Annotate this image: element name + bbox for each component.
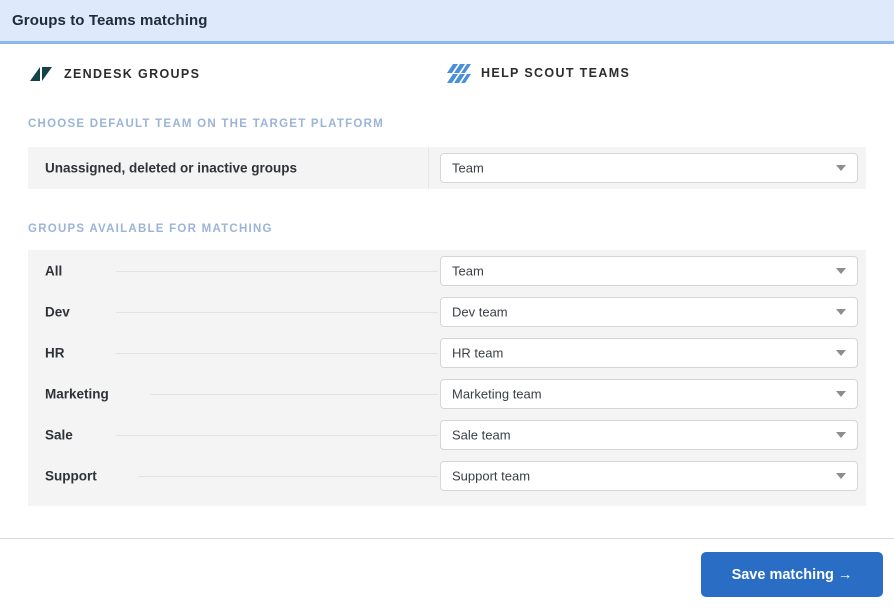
- zendesk-brand: ZENDESK GROUPS: [28, 61, 200, 87]
- chevron-down-icon: [836, 431, 846, 438]
- default-team-select-value: Team: [452, 160, 484, 176]
- chevron-down-icon: [836, 472, 846, 479]
- panel-column-divider: [428, 147, 429, 189]
- chevron-down-icon: [836, 349, 846, 356]
- table-row: Support Support team: [28, 455, 866, 496]
- default-team-caption: CHOOSE DEFAULT TEAM ON THE TARGET PLATFO…: [28, 118, 384, 130]
- team-select[interactable]: Support team: [440, 460, 858, 491]
- table-row: Marketing Marketing team: [28, 373, 866, 414]
- zendesk-logo-icon: [28, 61, 54, 87]
- team-select-value: Team: [452, 263, 484, 278]
- group-name-label: Dev: [45, 304, 70, 319]
- page-header: Groups to Teams matching: [0, 0, 894, 44]
- group-name-label: All: [45, 263, 63, 278]
- group-name-label: Support: [45, 468, 97, 483]
- team-select-value: HR team: [452, 345, 504, 360]
- team-select-value: Support team: [452, 468, 531, 483]
- platform-brand-row: ZENDESK GROUPS HELP SCOUT TEAMS: [0, 47, 894, 103]
- groups-matching-caption: GROUPS AVAILABLE FOR MATCHING: [28, 223, 273, 235]
- team-select-value: Sale team: [452, 427, 511, 442]
- team-select-value: Marketing team: [452, 386, 542, 401]
- group-name-label: Sale: [45, 427, 73, 442]
- team-select[interactable]: Dev team: [440, 296, 858, 327]
- default-team-select[interactable]: Team: [440, 153, 858, 183]
- table-row: HR HR team: [28, 332, 866, 373]
- save-matching-button[interactable]: Save matching →: [701, 552, 883, 597]
- row-connector-line: [138, 475, 438, 477]
- team-select[interactable]: Marketing team: [440, 378, 858, 409]
- groups-matching-panel: All Team Dev Dev team HR HR team Marketi…: [28, 250, 866, 506]
- groups-to-teams-matching-page: Groups to Teams matching ZENDESK GROUPS: [0, 0, 894, 612]
- row-connector-line: [116, 311, 438, 313]
- page-title: Groups to Teams matching: [12, 12, 208, 29]
- helpscout-brand-label: HELP SCOUT TEAMS: [481, 66, 631, 80]
- team-select-value: Dev team: [452, 304, 508, 319]
- team-select[interactable]: HR team: [440, 337, 858, 368]
- team-select[interactable]: Team: [440, 255, 858, 286]
- default-group-label: Unassigned, deleted or inactive groups: [45, 160, 298, 176]
- footer-divider: [0, 538, 894, 539]
- row-connector-line: [116, 434, 438, 436]
- helpscout-logo-icon: [447, 61, 471, 85]
- table-row: Dev Dev team: [28, 291, 866, 332]
- zendesk-brand-label: ZENDESK GROUPS: [64, 67, 201, 81]
- row-connector-line: [116, 270, 438, 272]
- table-row: Sale Sale team: [28, 414, 866, 455]
- chevron-down-icon: [836, 308, 846, 315]
- helpscout-brand: HELP SCOUT TEAMS: [447, 61, 630, 85]
- team-select[interactable]: Sale team: [440, 419, 858, 450]
- row-connector-line: [116, 352, 438, 354]
- group-name-label: Marketing: [45, 386, 109, 401]
- group-name-label: HR: [45, 345, 65, 360]
- chevron-down-icon: [836, 165, 846, 171]
- table-row: All Team: [28, 250, 866, 291]
- chevron-down-icon: [836, 267, 846, 274]
- row-connector-line: [150, 393, 438, 395]
- chevron-down-icon: [836, 390, 846, 397]
